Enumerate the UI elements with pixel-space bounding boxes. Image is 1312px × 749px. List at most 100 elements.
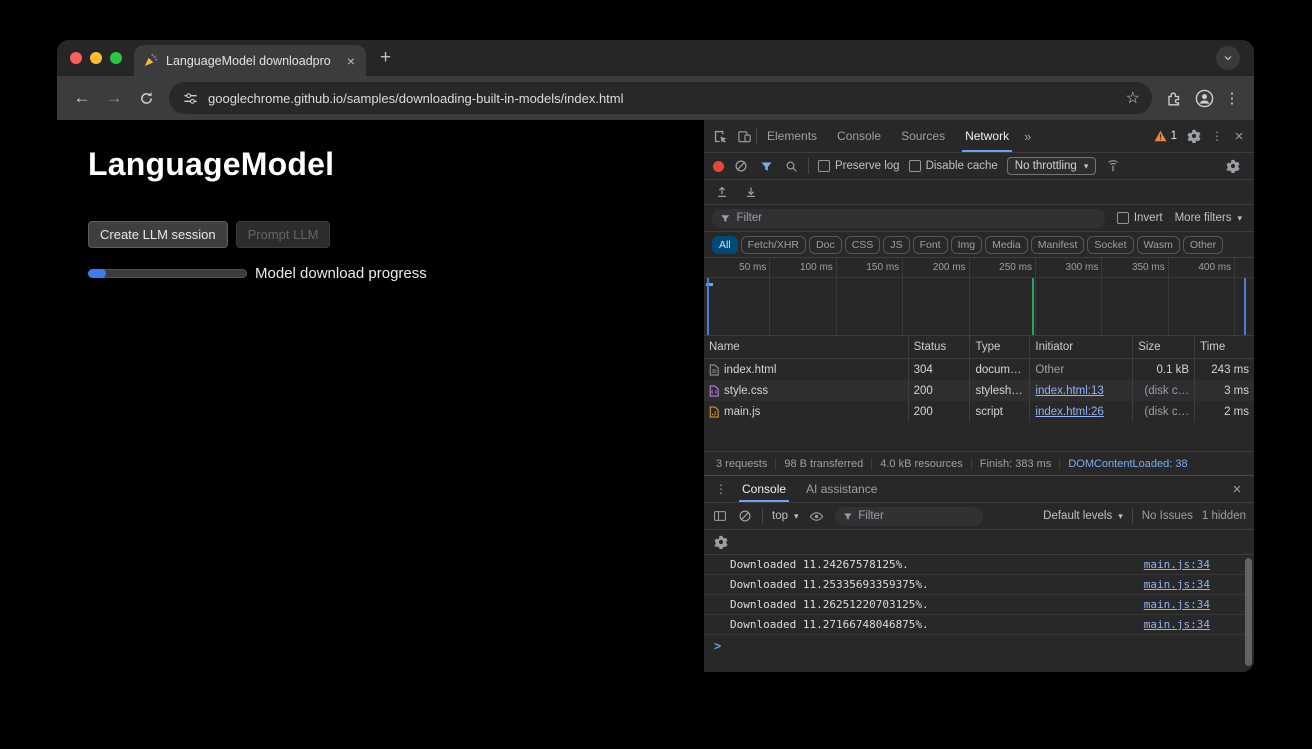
- header-initiator[interactable]: Initiator: [1030, 336, 1133, 358]
- zoom-window-button[interactable]: [110, 52, 122, 64]
- paint-marker-line: [1032, 278, 1034, 335]
- minimize-window-button[interactable]: [90, 52, 102, 64]
- browser-tab[interactable]: LanguageModel downloadpro ×: [134, 45, 366, 76]
- tab-title: LanguageModel downloadpro: [166, 54, 337, 68]
- preserve-log-label: Preserve log: [835, 160, 900, 172]
- console-sidebar-icon[interactable]: [712, 504, 728, 528]
- devtools-settings-gear-icon[interactable]: [1182, 124, 1206, 148]
- chip-doc[interactable]: Doc: [809, 236, 842, 254]
- timeline-grid: 50 ms 100 ms 150 ms 200 ms 250 ms 300 ms…: [704, 258, 1254, 335]
- new-tab-button[interactable]: +: [366, 40, 405, 76]
- tab-ai-assistance[interactable]: AI assistance: [796, 476, 887, 502]
- network-request-row[interactable]: style.css 200 stylesh… index.html:13 (di…: [704, 380, 1254, 401]
- timeline-tick: 250 ms: [970, 258, 1036, 335]
- log-levels-select[interactable]: Default levels ▾: [1043, 510, 1123, 522]
- console-settings-gear-icon[interactable]: [713, 530, 729, 554]
- console-toolbar: top ▾ Default levels ▾: [704, 503, 1254, 530]
- inspect-element-icon[interactable]: [708, 124, 732, 148]
- network-filter-input[interactable]: [737, 212, 1097, 224]
- domcontentloaded-time: DOMContentLoaded: 38: [1059, 458, 1195, 470]
- initiator-link[interactable]: index.html:26: [1035, 406, 1103, 418]
- header-type[interactable]: Type: [970, 336, 1030, 358]
- chip-all[interactable]: All: [712, 236, 738, 254]
- address-bar[interactable]: googlechrome.github.io/samples/downloadi…: [169, 82, 1152, 114]
- console-filter-input[interactable]: [858, 510, 974, 522]
- chip-fetch-xhr[interactable]: Fetch/XHR: [741, 236, 806, 254]
- network-request-row[interactable]: main.js 200 script index.html:26 (disk c…: [704, 401, 1254, 422]
- import-har-icon[interactable]: [714, 180, 730, 204]
- filter-funnel-icon: [720, 213, 731, 224]
- more-filters-button[interactable]: More filters ▾: [1175, 212, 1246, 224]
- clear-network-log-icon[interactable]: [733, 154, 749, 178]
- chip-js[interactable]: JS: [883, 236, 909, 254]
- search-icon[interactable]: [783, 154, 799, 178]
- filter-funnel-icon[interactable]: [758, 154, 774, 178]
- network-request-row[interactable]: index.html 304 docum… Other 0.1 kB 243 m…: [704, 359, 1254, 380]
- network-settings-gear-icon[interactable]: [1221, 154, 1245, 178]
- console-source-link[interactable]: main.js:34: [1144, 598, 1210, 611]
- console-source-link[interactable]: main.js:34: [1144, 578, 1210, 591]
- network-conditions-icon[interactable]: [1105, 154, 1121, 178]
- header-name[interactable]: Name: [704, 336, 909, 358]
- tab-console-panel[interactable]: Console: [827, 120, 891, 152]
- tab-elements[interactable]: Elements: [757, 120, 827, 152]
- record-network-log-button[interactable]: [713, 161, 724, 172]
- scrollbar-thumb[interactable]: [1245, 558, 1252, 666]
- browser-menu-icon[interactable]: ⋮: [1220, 89, 1244, 107]
- create-llm-session-button[interactable]: Create LLM session: [88, 221, 228, 248]
- chip-wasm[interactable]: Wasm: [1137, 236, 1180, 254]
- tab-close-icon[interactable]: ×: [345, 54, 357, 68]
- header-status[interactable]: Status: [909, 336, 971, 358]
- device-toolbar-icon[interactable]: [732, 124, 756, 148]
- export-har-icon[interactable]: [743, 180, 759, 204]
- more-panels-icon[interactable]: »: [1019, 120, 1036, 152]
- live-expression-eye-icon[interactable]: [808, 504, 826, 528]
- devtools-menu-icon[interactable]: ⋮: [1206, 124, 1228, 148]
- tab-search-button[interactable]: [1216, 46, 1240, 70]
- devtools-panel: Elements Console Sources Network » 1 ⋮ ×: [703, 120, 1254, 672]
- console-filter-box[interactable]: [835, 507, 983, 526]
- invert-filter-checkbox[interactable]: Invert: [1117, 212, 1163, 224]
- header-size[interactable]: Size: [1133, 336, 1195, 358]
- profile-avatar[interactable]: [1190, 84, 1218, 112]
- console-source-link[interactable]: main.js:34: [1144, 558, 1210, 571]
- close-window-button[interactable]: [70, 52, 82, 64]
- drawer-menu-icon[interactable]: ⋮: [710, 477, 732, 501]
- chip-other[interactable]: Other: [1183, 236, 1223, 254]
- throttling-select[interactable]: No throttling ▾: [1007, 157, 1097, 175]
- back-button[interactable]: ←: [67, 83, 97, 113]
- devtools-close-icon[interactable]: ×: [1228, 124, 1250, 148]
- chip-media[interactable]: Media: [985, 236, 1028, 254]
- header-time[interactable]: Time: [1195, 336, 1254, 358]
- context-selector[interactable]: top ▾: [772, 510, 799, 522]
- network-filter-box[interactable]: [712, 209, 1105, 228]
- network-overview-timeline[interactable]: 50 ms 100 ms 150 ms 200 ms 250 ms 300 ms…: [704, 258, 1254, 336]
- finish-time: Finish: 383 ms: [971, 458, 1060, 470]
- forward-button[interactable]: →: [99, 83, 129, 113]
- prompt-llm-button[interactable]: Prompt LLM: [236, 221, 331, 248]
- issues-status[interactable]: No Issues: [1142, 510, 1193, 522]
- preserve-log-checkbox[interactable]: Preserve log: [818, 160, 900, 172]
- chip-font[interactable]: Font: [913, 236, 948, 254]
- console-prompt[interactable]: >: [704, 635, 1254, 656]
- console-source-link[interactable]: main.js:34: [1144, 618, 1210, 631]
- extensions-icon[interactable]: [1160, 84, 1188, 112]
- chip-socket[interactable]: Socket: [1087, 236, 1133, 254]
- chip-manifest[interactable]: Manifest: [1031, 236, 1085, 254]
- chip-img[interactable]: Img: [951, 236, 983, 254]
- hidden-messages-count[interactable]: 1 hidden: [1202, 510, 1246, 522]
- site-settings-icon[interactable]: [181, 89, 199, 107]
- resources-size: 4.0 kB resources: [871, 458, 971, 470]
- initiator-link[interactable]: index.html:13: [1035, 385, 1103, 397]
- reload-button[interactable]: [131, 83, 161, 113]
- tab-network[interactable]: Network: [955, 120, 1019, 152]
- console-message-text: Downloaded 11.26251220703125%.: [730, 598, 929, 611]
- issues-badge[interactable]: 1: [1149, 120, 1182, 152]
- drawer-close-icon[interactable]: ×: [1226, 477, 1248, 501]
- chip-css[interactable]: CSS: [845, 236, 881, 254]
- tab-console-drawer[interactable]: Console: [732, 476, 796, 502]
- clear-console-icon[interactable]: [737, 504, 753, 528]
- disable-cache-checkbox[interactable]: Disable cache: [909, 160, 998, 172]
- bookmark-star-icon[interactable]: ☆: [1122, 88, 1144, 108]
- tab-sources[interactable]: Sources: [891, 120, 955, 152]
